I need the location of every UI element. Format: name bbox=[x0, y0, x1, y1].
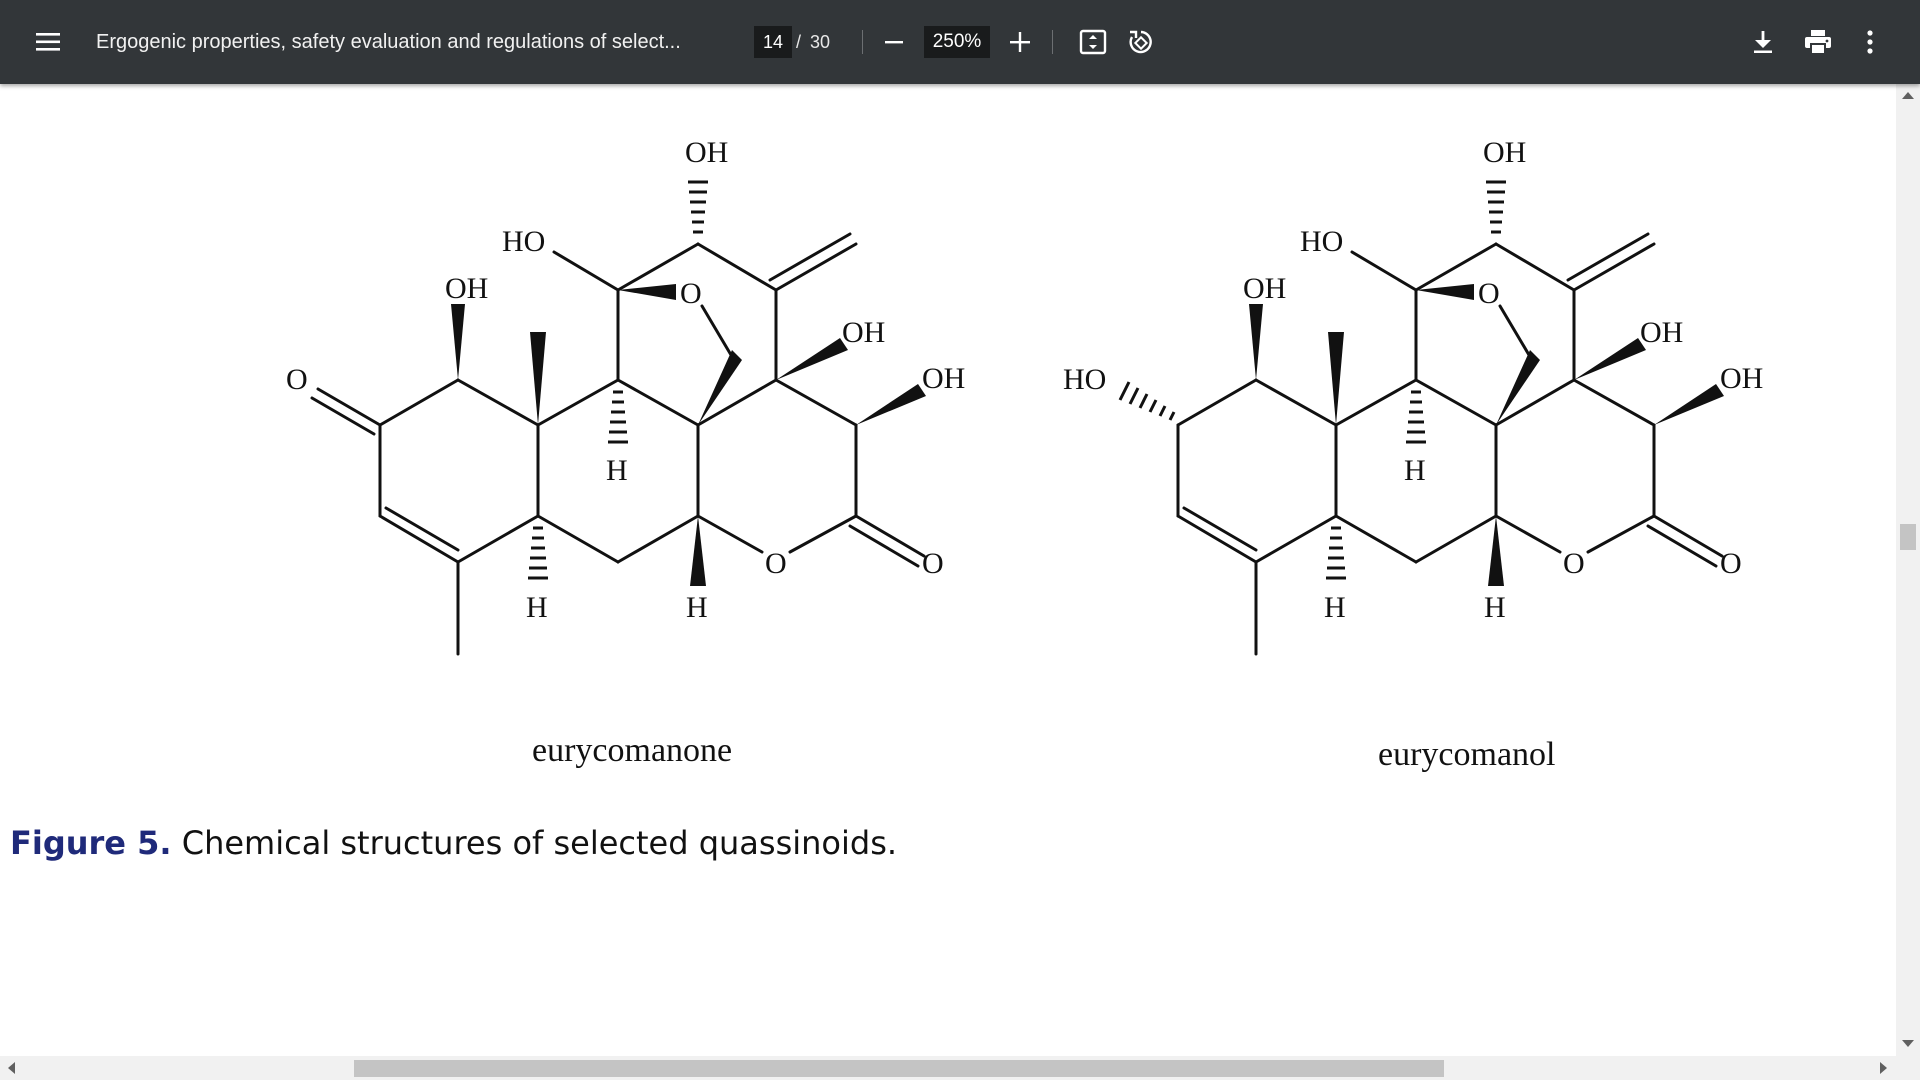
atom-label-oh: OH bbox=[1720, 362, 1763, 395]
atom-label-h: H bbox=[1324, 591, 1346, 624]
atom-label-o: O bbox=[1563, 547, 1585, 580]
atom-label-o: O bbox=[1720, 547, 1742, 580]
horizontal-scrollbar-thumb[interactable] bbox=[354, 1060, 1444, 1077]
atom-label-oh: OH bbox=[1243, 272, 1286, 305]
atom-label-o: O bbox=[765, 547, 787, 580]
toolbar-divider bbox=[862, 30, 863, 54]
document-title: Ergogenic properties, safety evaluation … bbox=[96, 31, 681, 53]
atom-label-h: H bbox=[526, 591, 548, 624]
atom-label-o: O bbox=[1478, 277, 1500, 310]
scroll-down-arrow-icon[interactable] bbox=[1902, 1040, 1914, 1047]
atom-label-h: H bbox=[686, 591, 708, 624]
zoom-out-icon[interactable] bbox=[878, 22, 910, 62]
page-separator: / bbox=[796, 32, 802, 52]
zoom-in-icon[interactable] bbox=[1002, 22, 1038, 62]
atom-label-ho: HO bbox=[1063, 363, 1106, 396]
eurycomanol-structure: OH HO OH HO O OH OH H H H O O bbox=[1063, 136, 1763, 656]
atom-label-ho: HO bbox=[1300, 225, 1343, 258]
figure-caption-text: Chemical structures of selected quassino… bbox=[171, 824, 898, 862]
scroll-right-arrow-icon[interactable] bbox=[1880, 1062, 1887, 1074]
atom-label-oh: OH bbox=[685, 136, 728, 169]
figure-caption: Figure 5. Chemical structures of selecte… bbox=[10, 824, 897, 862]
atom-label-o: O bbox=[680, 277, 702, 310]
atom-label-oh: OH bbox=[1640, 316, 1683, 349]
fit-to-page-icon[interactable] bbox=[1074, 22, 1112, 62]
zoom-level-input[interactable]: 250% bbox=[924, 26, 990, 58]
rotate-icon[interactable] bbox=[1122, 22, 1160, 62]
toolbar-divider bbox=[1052, 30, 1053, 54]
atom-label-oh: OH bbox=[1483, 136, 1526, 169]
atom-label-ho: HO bbox=[502, 225, 545, 258]
download-icon[interactable] bbox=[1744, 22, 1782, 62]
atom-label-h: H bbox=[1484, 591, 1506, 624]
atom-label-o: O bbox=[286, 363, 308, 396]
more-options-icon[interactable] bbox=[1852, 22, 1888, 62]
atom-label-h: H bbox=[1404, 454, 1426, 487]
page-number-input[interactable]: 14 bbox=[754, 26, 792, 58]
pdf-page-viewport: OH HO OH O O OH OH H H H O O OH HO OH HO… bbox=[0, 84, 1896, 1056]
atom-label-oh: OH bbox=[445, 272, 488, 305]
scroll-left-arrow-icon[interactable] bbox=[8, 1062, 15, 1074]
scroll-up-arrow-icon[interactable] bbox=[1902, 92, 1914, 99]
vertical-scrollbar[interactable] bbox=[1896, 84, 1920, 1056]
molecule-name-eurycomanol: eurycomanol bbox=[1378, 736, 1556, 773]
total-pages: 30 bbox=[810, 32, 831, 52]
figure-label: Figure 5. bbox=[10, 824, 172, 862]
atom-label-oh: OH bbox=[922, 362, 965, 395]
vertical-scrollbar-thumb[interactable] bbox=[1900, 524, 1916, 550]
molecule-name-eurycomanone: eurycomanone bbox=[532, 732, 733, 769]
hamburger-menu-icon[interactable] bbox=[28, 22, 68, 62]
eurycomanone-structure: OH HO OH O O OH OH H H H O O bbox=[286, 136, 965, 656]
atom-label-oh: OH bbox=[842, 316, 885, 349]
atom-label-h: H bbox=[606, 454, 628, 487]
print-icon[interactable] bbox=[1798, 22, 1838, 62]
pdf-toolbar: Ergogenic properties, safety evaluation … bbox=[0, 0, 1920, 84]
atom-label-o: O bbox=[922, 547, 944, 580]
